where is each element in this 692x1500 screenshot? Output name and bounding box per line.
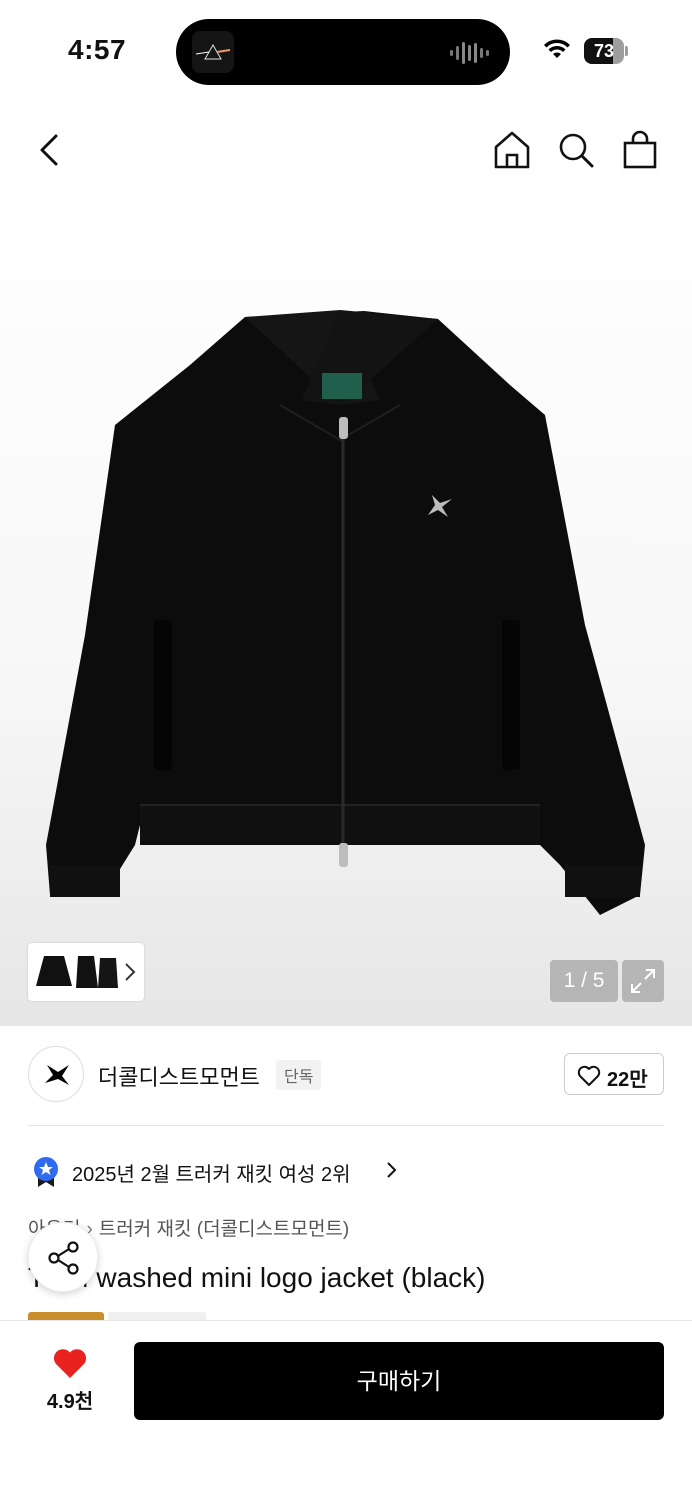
brand-like-count: 22만	[607, 1069, 648, 1091]
home-icon[interactable]	[492, 130, 532, 170]
chevron-right-icon	[387, 1162, 397, 1178]
share-button[interactable]	[28, 1222, 98, 1292]
thumbnail-back[interactable]	[74, 950, 120, 994]
search-icon[interactable]	[556, 130, 596, 170]
brand-row: 더콜디스트모먼트 단독 22만	[28, 1046, 664, 1104]
shopping-bag-icon[interactable]	[620, 130, 660, 170]
ranking-badge-icon	[34, 1157, 58, 1187]
thumbnail-strip[interactable]	[28, 943, 144, 1001]
brand-like-button[interactable]: 22만	[564, 1053, 664, 1095]
chevron-left-icon[interactable]	[32, 130, 68, 170]
heart-filled-icon[interactable]	[52, 1347, 88, 1379]
dynamic-island[interactable]	[176, 19, 510, 85]
bottom-action-bar: 4.9천 구매하기	[0, 1320, 692, 1500]
ranking-text: 2025년 2월 트러커 재킷 여성 2위	[72, 1164, 351, 1186]
breadcrumb-subcategory[interactable]: 트러커 재킷 (더콜디스트모먼트)	[99, 1219, 349, 1240]
now-playing-artwork	[192, 31, 234, 73]
heart-outline-icon	[577, 1065, 601, 1086]
status-time: 4:57	[68, 34, 127, 65]
divider	[28, 1125, 664, 1126]
brand-name[interactable]: 더콜디스트모먼트	[98, 1060, 260, 1092]
thumbnail-front[interactable]	[34, 950, 74, 994]
product-image-gallery[interactable]: 1 / 5	[0, 180, 692, 1026]
audio-wave-icon	[450, 42, 489, 64]
battery-indicator: 73	[584, 38, 628, 64]
expand-icon	[631, 969, 655, 993]
status-bar: 4:57 73	[0, 0, 692, 100]
battery-percent: 73	[593, 41, 615, 61]
share-icon	[48, 1241, 79, 1275]
buy-button[interactable]: 구매하기	[134, 1342, 664, 1420]
top-nav	[0, 120, 692, 180]
wish-count: 4.9천	[46, 1391, 94, 1413]
wifi-icon	[544, 39, 570, 58]
exclusive-badge: 단독	[276, 1060, 322, 1090]
brand-logo[interactable]	[28, 1046, 84, 1102]
chevron-right-icon[interactable]	[124, 962, 136, 982]
expand-button[interactable]	[622, 960, 664, 1002]
product-title: TCM washed mini logo jacket (black)	[28, 1262, 486, 1293]
product-image-jacket	[46, 310, 645, 915]
image-counter: 1 / 5	[550, 960, 618, 1002]
